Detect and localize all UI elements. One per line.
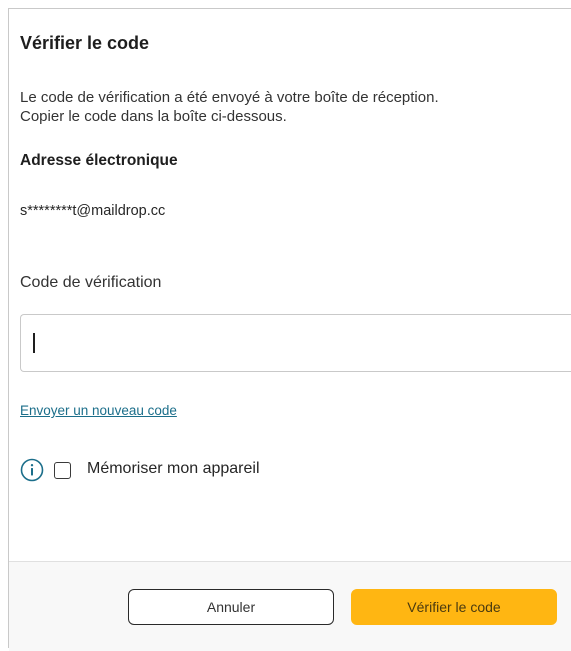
resend-code-link[interactable]: Envoyer un nouveau code — [20, 403, 177, 418]
remember-device-label[interactable]: Mémoriser mon appareil — [87, 460, 260, 478]
verification-code-input[interactable] — [20, 314, 571, 372]
dialog-description: Le code de vérification a été envoyé à v… — [20, 88, 560, 126]
text-caret — [33, 333, 35, 353]
verify-code-button[interactable]: Vérifier le code — [351, 589, 557, 625]
remember-device-checkbox[interactable] — [54, 462, 71, 479]
verification-code-label: Code de vérification — [20, 274, 162, 291]
description-line-1: Le code de vérification a été envoyé à v… — [20, 89, 439, 106]
dialog-title: Vérifier le code — [20, 33, 150, 53]
dialog-footer: Annuler Vérifier le code — [9, 561, 571, 651]
cancel-button[interactable]: Annuler — [128, 589, 334, 625]
email-value: s********t@maildrop.cc — [20, 203, 166, 219]
verify-code-dialog: Vérifier le code Le code de vérification… — [8, 8, 571, 651]
info-icon[interactable] — [20, 458, 44, 482]
description-line-2: Copier le code dans la boîte ci-dessous. — [20, 108, 287, 125]
email-label: Adresse électronique — [20, 152, 178, 169]
